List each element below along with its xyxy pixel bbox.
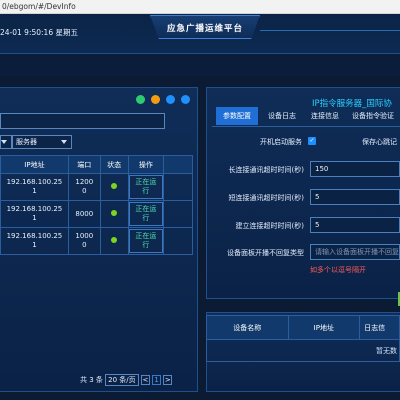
pagination: 共 3 条 20 条/页 < 1 >	[80, 374, 200, 386]
device-type-value: 服务器	[16, 138, 37, 146]
long-timeout-label: 长连接通讯超时时间(秒)	[228, 166, 304, 174]
action-cell: 正在运行	[127, 227, 165, 255]
chevron-down-icon	[61, 140, 67, 144]
tab-connection-info[interactable]: 连接信息	[306, 107, 344, 125]
tab-divider	[212, 126, 400, 127]
panel-type-hint: 如多个以逗号隔开	[310, 266, 366, 274]
short-timeout-input[interactable]: 5	[310, 189, 400, 205]
col-device-name: 设备名称	[206, 315, 289, 340]
autostart-label: 开机启动服务	[260, 138, 302, 146]
online-status-icon	[111, 209, 118, 216]
empty-state: 暂无数	[206, 339, 400, 362]
action-cell: 正在运行	[127, 200, 165, 228]
col-log-ip: IP地址	[287, 315, 361, 340]
prev-page-button[interactable]: <	[140, 375, 150, 385]
table-row[interactable]: 192.168.100.25 1 1000 0 正在运行	[0, 227, 193, 255]
tab-command-verify[interactable]: 设备指令验证	[352, 107, 400, 125]
page-size-select[interactable]: 20 条/页	[105, 374, 139, 386]
search-input[interactable]	[0, 113, 165, 129]
running-button[interactable]: 正在运行	[128, 202, 164, 226]
col-extra	[163, 155, 193, 174]
online-status-icon	[111, 182, 118, 189]
refresh-icon[interactable]	[136, 95, 145, 104]
current-page-button[interactable]: 1	[152, 375, 162, 385]
short-timeout-label: 短连接通讯超时时间(秒)	[228, 194, 304, 202]
device-table: IP地址 端口 状态 操作 192.168.100.25 1 1200 0 正在运行…	[0, 155, 193, 255]
col-action: 操作	[127, 155, 165, 174]
connect-timeout-input[interactable]: 5	[310, 217, 400, 233]
device-type-select[interactable]: 服务器	[12, 135, 72, 149]
panel-type-input[interactable]: 请输入设备面板开播不回复	[310, 244, 400, 260]
port-cell: 1000 0	[67, 227, 101, 255]
autostart-checkbox[interactable]: ✓	[308, 137, 316, 145]
tab-params[interactable]: 参数配置	[216, 107, 258, 125]
top-band	[0, 54, 400, 76]
header-datetime: 24-01 9:50:16 星期五	[0, 28, 78, 37]
long-timeout-input[interactable]: 150	[310, 161, 400, 177]
col-status: 状态	[99, 155, 129, 174]
settings-icon[interactable]	[151, 95, 160, 104]
add-icon[interactable]	[166, 95, 175, 104]
table-row[interactable]: 192.168.100.25 1 8000 正在运行	[0, 200, 193, 228]
header-divider	[260, 30, 400, 31]
online-status-icon	[111, 236, 118, 243]
keepalive-label: 保存心跳记	[362, 138, 397, 146]
ip-cell: 192.168.100.25 1	[0, 200, 69, 228]
page-title: 应急广播运维平台	[166, 24, 243, 34]
col-port: 端口	[67, 155, 101, 174]
ip-cell: 192.168.100.25 1	[0, 227, 69, 255]
action-cell: 正在运行	[127, 173, 165, 201]
log-table: 设备名称 IP地址 日志信 暂无数	[206, 315, 400, 362]
connect-timeout-label: 建立连接超时时间(秒)	[235, 222, 304, 230]
port-cell: 1200 0	[67, 173, 101, 201]
status-cell	[99, 227, 129, 255]
total-count: 共 3 条	[80, 376, 103, 384]
col-log-info: 日志信	[359, 315, 400, 340]
table-row[interactable]: 192.168.100.25 1 1200 0 正在运行	[0, 173, 193, 201]
tab-device-log[interactable]: 设备日志	[264, 107, 300, 125]
next-page-button[interactable]: >	[163, 375, 173, 385]
browser-address-bar[interactable]: 0/ebgom/#/DevInfo	[0, 0, 400, 14]
col-ip: IP地址	[0, 155, 69, 174]
ip-cell: 192.168.100.25 1	[0, 173, 69, 201]
info-icon[interactable]	[181, 95, 190, 104]
port-cell: 8000	[67, 200, 101, 228]
status-cell	[99, 200, 129, 228]
status-cell	[99, 173, 129, 201]
running-button[interactable]: 正在运行	[128, 175, 164, 199]
running-button[interactable]: 正在运行	[128, 229, 164, 253]
filter-select-left[interactable]	[0, 135, 12, 149]
panel-type-label: 设备面板开播不回复类型	[227, 249, 304, 257]
